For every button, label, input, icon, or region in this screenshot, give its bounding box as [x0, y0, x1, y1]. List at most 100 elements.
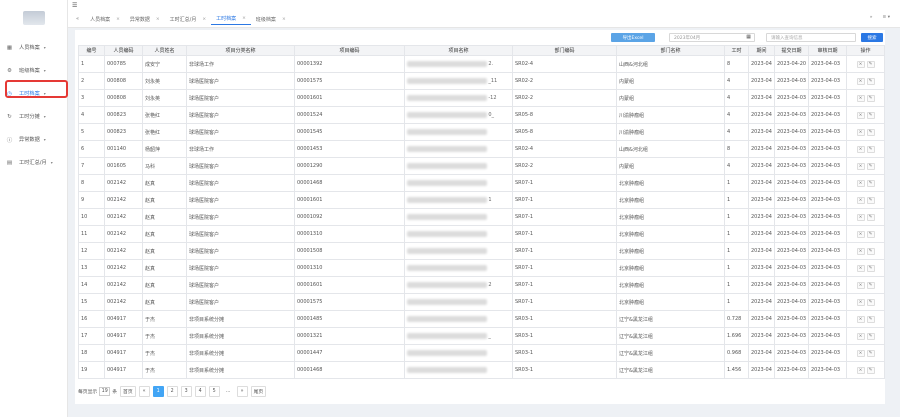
- edit-icon[interactable]: ✎: [866, 145, 875, 153]
- edit-icon[interactable]: ✎: [866, 60, 875, 68]
- next-page-button[interactable]: »: [236, 385, 248, 397]
- table-row[interactable]: 15 002142 赵真 球场医院客户 00001575 SR07-1 北京肿瘤组 1 2023…: [78, 293, 885, 311]
- table-row[interactable]: 4 000823 张艳红 球场医院客户 00001524 0_ SR05-8 川渝肿瘤组 4 20…: [78, 106, 885, 124]
- per-page-select[interactable]: 19: [99, 386, 111, 396]
- page-button[interactable]: 3: [180, 385, 192, 397]
- edit-icon[interactable]: ✎: [866, 247, 875, 255]
- table-row[interactable]: 16 004917 于杰 非项目系统分摊 00001485 SR03-1 辽宁&黑龙江组 0.…: [78, 310, 885, 328]
- delete-icon[interactable]: ×: [856, 298, 865, 306]
- edit-icon[interactable]: ✎: [866, 77, 875, 85]
- project-name-cell: [404, 140, 513, 158]
- tab-scroll-left-icon[interactable]: «: [70, 16, 85, 22]
- table-row[interactable]: 9 002142 赵真 球场医院客户 00001601 1 SR07-1 北京肿瘤组 1 2023…: [78, 191, 885, 209]
- tab-2[interactable]: 工时汇总/月 ×: [165, 13, 211, 25]
- month-picker[interactable]: 2023年04月 ▦: [669, 33, 755, 42]
- redacted-text: [407, 315, 488, 322]
- edit-icon[interactable]: ✎: [866, 332, 875, 340]
- cell-period: 2023-04: [748, 327, 775, 345]
- delete-icon[interactable]: ×: [856, 77, 865, 85]
- delete-icon[interactable]: ×: [856, 179, 865, 187]
- table-row[interactable]: 11 002142 赵真 球场医院客户 00001310 SR07-1 北京肿瘤组 1 2023…: [78, 225, 885, 243]
- sidebar-item-5[interactable]: ▤ 工时汇总/月 ▾: [0, 151, 67, 174]
- delete-icon[interactable]: ×: [856, 94, 865, 102]
- edit-icon[interactable]: ✎: [866, 179, 875, 187]
- edit-icon[interactable]: ✎: [866, 366, 875, 374]
- cell-name: 赵真: [142, 242, 187, 260]
- edit-icon[interactable]: ✎: [866, 298, 875, 306]
- delete-icon[interactable]: ×: [856, 145, 865, 153]
- edit-icon[interactable]: ✎: [866, 162, 875, 170]
- export-excel-button[interactable]: 导出Excel: [611, 33, 655, 42]
- close-icon[interactable]: ×: [156, 17, 160, 22]
- delete-icon[interactable]: ×: [856, 247, 865, 255]
- cell-cat: 球场医院客户: [186, 293, 295, 311]
- delete-icon[interactable]: ×: [856, 230, 865, 238]
- edit-icon[interactable]: ✎: [866, 230, 875, 238]
- table-row[interactable]: 5 000823 张艳红 球场医院客户 00001545 SR05-8 川渝肿瘤组 4 2023…: [78, 123, 885, 141]
- column-header: 部门编码: [512, 45, 617, 56]
- table-row[interactable]: 13 002142 赵真 球场医院客户 00001310 SR07-1 北京肿瘤组 1 2023…: [78, 259, 885, 277]
- table-row[interactable]: 18 004917 于杰 非项目系统分摊 00001447 SR03-1 辽宁&黑龙江组 0.…: [78, 344, 885, 362]
- table-row[interactable]: 1 000785 成安宁 非球场工作 00001392 2. SR02-4 山西&河北组 8 20…: [78, 55, 885, 73]
- table-row[interactable]: 17 004917 于杰 非项目系统分摊 00001321 _ SR03-1 辽宁&黑龙江组 1…: [78, 327, 885, 345]
- table-row[interactable]: 2 000808 刘永英 球场医院客户 00001575 _11 SR02-2 内蒙组 4 202…: [78, 72, 885, 90]
- delete-icon[interactable]: ×: [856, 281, 865, 289]
- table-row[interactable]: 7 001605 马科 球场医院客户 00001290 SR02-2 内蒙组 4 2023-04…: [78, 157, 885, 175]
- sidebar-item-4[interactable]: ⓘ 异常数据 ▾: [0, 128, 67, 151]
- sidebar-item-2[interactable]: ◷ 工时档案 ▾: [0, 80, 68, 105]
- edit-icon[interactable]: ✎: [866, 315, 875, 323]
- tab-4[interactable]: 班级档案 ×: [251, 13, 291, 25]
- table-row[interactable]: 6 001140 杨韶萍 非球场工作 00001453 SR02-4 山西&河北组 8 2023…: [78, 140, 885, 158]
- close-icon[interactable]: ×: [282, 17, 286, 22]
- delete-icon[interactable]: ×: [856, 213, 865, 221]
- sidebar-item-3[interactable]: ↻ 工时分摊 ▾: [0, 105, 67, 128]
- table-row[interactable]: 12 002142 赵真 球场医院客户 00001508 SR07-1 北京肿瘤组 1 2023…: [78, 242, 885, 260]
- tab-menu-icon[interactable]: ≡ ▾: [883, 15, 890, 20]
- tab-1[interactable]: 异常数据 ×: [125, 13, 165, 25]
- delete-icon[interactable]: ×: [856, 264, 865, 272]
- table-row[interactable]: 19 004917 于杰 非项目系统分摊 00001468 SR03-1 辽宁&黑龙江组 1.…: [78, 361, 885, 379]
- tab-3[interactable]: 工时档案 ×: [211, 13, 251, 25]
- delete-icon[interactable]: ×: [856, 196, 865, 204]
- project-name-suffix: 2: [488, 282, 492, 289]
- edit-icon[interactable]: ✎: [866, 213, 875, 221]
- delete-icon[interactable]: ×: [856, 349, 865, 357]
- table-row[interactable]: 14 002142 赵真 球场医院客户 00001601 2 SR07-1 北京肿瘤组 1 202…: [78, 276, 885, 294]
- prev-page-button[interactable]: «: [138, 385, 150, 397]
- edit-icon[interactable]: ✎: [866, 111, 875, 119]
- sidebar-item-0[interactable]: ▦ 人员档案 ▾: [0, 36, 67, 59]
- first-page-button[interactable]: 首页: [120, 385, 136, 397]
- menu-toggle-icon[interactable]: ☰: [72, 2, 77, 9]
- table-row[interactable]: 10 002142 赵真 球场医院客户 00001092 SR07-1 北京肿瘤组 1 2023…: [78, 208, 885, 226]
- last-page-button[interactable]: 尾页: [250, 385, 267, 397]
- page-button[interactable]: 5: [208, 385, 220, 397]
- delete-icon[interactable]: ×: [856, 315, 865, 323]
- close-icon[interactable]: ×: [202, 17, 206, 22]
- search-button[interactable]: 搜索: [861, 33, 883, 42]
- edit-icon[interactable]: ✎: [866, 349, 875, 357]
- table-row[interactable]: 3 000808 刘永英 球场医院客户 00001601 -12 SR02-2 内蒙组 4 202…: [78, 89, 885, 107]
- sidebar-item-1[interactable]: ⚙ 班级档案 ▾: [0, 59, 67, 82]
- delete-icon[interactable]: ×: [856, 366, 865, 374]
- delete-icon[interactable]: ×: [856, 162, 865, 170]
- cell-submit: 2023-04-03: [774, 293, 809, 311]
- delete-icon[interactable]: ×: [856, 332, 865, 340]
- close-icon[interactable]: ×: [116, 17, 120, 22]
- search-input[interactable]: 请输入查询信息: [766, 33, 856, 42]
- calendar-icon[interactable]: ▦: [746, 34, 751, 40]
- tab-scroll-right-icon[interactable]: »: [870, 15, 873, 20]
- table-row[interactable]: 8 002142 赵真 球场医院客户 00001468 SR07-1 北京肿瘤组 1 2023-…: [78, 174, 885, 192]
- edit-icon[interactable]: ✎: [866, 196, 875, 204]
- delete-icon[interactable]: ×: [856, 128, 865, 136]
- edit-icon[interactable]: ✎: [866, 264, 875, 272]
- page-button[interactable]: 2: [166, 385, 178, 397]
- page-button[interactable]: 1: [152, 385, 164, 397]
- tab-0[interactable]: 人员档案 ×: [85, 13, 125, 25]
- edit-icon[interactable]: ✎: [866, 94, 875, 102]
- delete-icon[interactable]: ×: [856, 111, 865, 119]
- close-icon[interactable]: ×: [242, 16, 246, 21]
- edit-icon[interactable]: ✎: [866, 128, 875, 136]
- page-button[interactable]: 4: [194, 385, 206, 397]
- delete-icon[interactable]: ×: [856, 60, 865, 68]
- edit-icon[interactable]: ✎: [866, 281, 875, 289]
